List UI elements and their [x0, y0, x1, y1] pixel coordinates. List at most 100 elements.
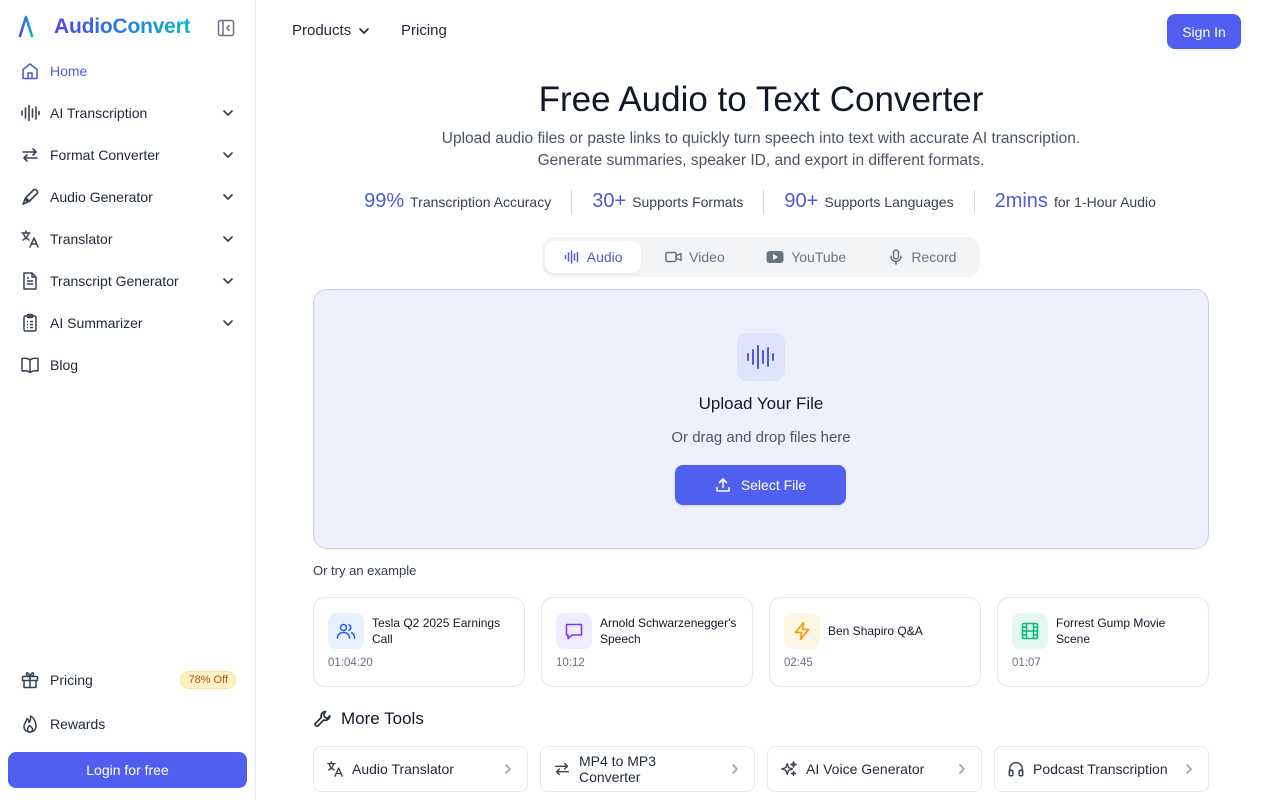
sidebar-item-blog[interactable]: Blog [8, 344, 248, 386]
chevron-down-icon [220, 315, 236, 331]
chevron-down-icon [220, 189, 236, 205]
sidebar-item-transcript-generator[interactable]: Transcript Generator [8, 260, 248, 302]
film-icon [1012, 613, 1048, 649]
select-file-button[interactable]: Select File [675, 465, 846, 505]
waveform-icon [20, 103, 40, 123]
tab-label: Audio [586, 249, 623, 265]
lightning-icon [784, 613, 820, 649]
tab-label: Video [689, 249, 725, 265]
wrench-icon [314, 710, 331, 727]
page-title: Free Audio to Text Converter [538, 80, 984, 119]
document-icon [20, 271, 40, 291]
upload-icon [716, 478, 730, 492]
gift-icon [20, 670, 40, 690]
sidebar-item-rewards[interactable]: Rewards [8, 702, 248, 746]
stats-bar: 99% Transcription Accuracy 30+ Supports Fo… [340, 190, 1180, 213]
chevron-right-icon [732, 764, 738, 774]
sidebar-item-home[interactable]: Home [8, 50, 248, 92]
sidebar-item-label: AI Transcription [50, 105, 148, 121]
example-card[interactable]: Arnold Schwarzenegger's Speech 10:12 [541, 597, 753, 687]
chevron-right-icon [1186, 764, 1192, 774]
products-menu[interactable]: Products [292, 22, 371, 39]
tab-video[interactable]: Video [645, 241, 744, 273]
example-card[interactable]: Tesla Q2 2025 Earnings Call 01:04:20 [313, 597, 525, 687]
more-tools-list: Audio Translator MP4 to MP3 Converter AI… [313, 746, 1209, 792]
audio-wave-icon [737, 333, 785, 381]
tab-label: YouTube [791, 249, 847, 265]
stat-formats: 30+ Supports Formats [571, 190, 763, 213]
chevron-down-icon [359, 27, 370, 34]
chevron-right-icon [505, 764, 511, 774]
tool-mp4-to-mp3[interactable]: MP4 to MP3 Converter [540, 746, 755, 792]
chevron-down-icon [220, 231, 236, 247]
example-list: Tesla Q2 2025 Earnings Call 01:04:20 Arn… [313, 597, 1209, 687]
tool-label: Audio Translator [352, 761, 454, 777]
pricing-link[interactable]: Pricing [401, 22, 447, 39]
more-tools-heading: More Tools [313, 709, 424, 729]
example-card[interactable]: Forrest Gump Movie Scene 01:07 [997, 597, 1209, 687]
video-camera-icon [665, 251, 682, 263]
sidebar-item-translator[interactable]: Translator [8, 218, 248, 260]
tool-label: AI Voice Generator [806, 761, 925, 777]
example-duration: 01:07 [1012, 657, 1041, 669]
sidebar-item-pricing[interactable]: Pricing 78% Off [8, 658, 248, 702]
chevron-down-icon [220, 273, 236, 289]
page-subtitle-line2: Generate summaries, speaker ID, and expo… [537, 152, 985, 169]
swap-arrows-icon [554, 762, 570, 776]
app-name: AudioConvert [54, 15, 191, 38]
upload-subtitle: Or drag and drop files here [671, 429, 851, 446]
users-icon [328, 613, 364, 649]
sidebar: AudioConvert Home AI Transcription Forma… [0, 0, 256, 800]
chevron-down-icon [220, 105, 236, 121]
login-button[interactable]: Login for free [8, 752, 247, 788]
chevron-right-icon [959, 764, 965, 774]
app-logo[interactable]: AudioConvert [18, 14, 191, 40]
swap-arrows-icon [20, 145, 40, 165]
sidebar-item-label: Rewards [50, 716, 106, 732]
sidebar-item-label: Audio Generator [50, 189, 153, 205]
microphone-icon [890, 249, 903, 265]
stat-speed: 2mins for 1-Hour Audio [973, 190, 1176, 213]
sidebar-item-label: AI Summarizer [50, 315, 143, 331]
youtube-icon [766, 251, 784, 263]
stat-accuracy: 99% Transcription Accuracy [344, 190, 571, 213]
logo-icon [18, 15, 46, 40]
example-title: Arnold Schwarzenegger's Speech [600, 616, 737, 646]
chat-bubble-icon [556, 613, 592, 649]
tab-audio[interactable]: Audio [545, 241, 642, 273]
translate-icon [327, 761, 343, 777]
stat-label: Supports Languages [824, 194, 954, 210]
translate-icon [20, 229, 40, 249]
discount-badge: 78% Off [180, 671, 236, 689]
sidebar-item-audio-generator[interactable]: Audio Generator [8, 176, 248, 218]
sidebar-item-format-converter[interactable]: Format Converter [8, 134, 248, 176]
sparkles-icon [781, 761, 797, 776]
chevron-down-icon [220, 147, 236, 163]
sign-in-button[interactable]: Sign In [1167, 14, 1241, 49]
tool-podcast-transcription[interactable]: Podcast Transcription [994, 746, 1209, 792]
sidebar-item-ai-transcription[interactable]: AI Transcription [8, 92, 248, 134]
examples-label: Or try an example [313, 563, 417, 578]
tab-record[interactable]: Record [868, 241, 977, 273]
upload-dropzone[interactable]: Upload Your File Or drag and drop files … [313, 289, 1209, 549]
page-subtitle-line1: Upload audio files or paste links to qui… [441, 130, 1081, 147]
example-title: Forrest Gump Movie Scene [1056, 616, 1166, 646]
upload-title: Upload Your File [698, 394, 824, 413]
tool-label: Podcast Transcription [1033, 761, 1168, 777]
pen-icon [20, 187, 40, 207]
stat-languages: 90+ Supports Languages [763, 190, 973, 213]
sidebar-item-label: Home [50, 63, 88, 79]
stat-value: 99% [364, 190, 405, 212]
sidebar-item-ai-summarizer[interactable]: AI Summarizer [8, 302, 248, 344]
sidebar-collapse-icon [217, 19, 235, 37]
tab-youtube[interactable]: YouTube [749, 241, 864, 273]
stat-value: 30+ [592, 190, 627, 212]
sidebar-item-label: Translator [50, 231, 113, 247]
example-card[interactable]: Ben Shapiro Q&A 02:45 [769, 597, 981, 687]
stat-value: 2mins [994, 190, 1048, 212]
headphones-icon [1008, 761, 1024, 777]
collapse-sidebar-button[interactable] [216, 18, 236, 38]
tool-audio-translator[interactable]: Audio Translator [313, 746, 528, 792]
sidebar-item-label: Blog [50, 357, 79, 373]
tool-ai-voice-generator[interactable]: AI Voice Generator [767, 746, 982, 792]
